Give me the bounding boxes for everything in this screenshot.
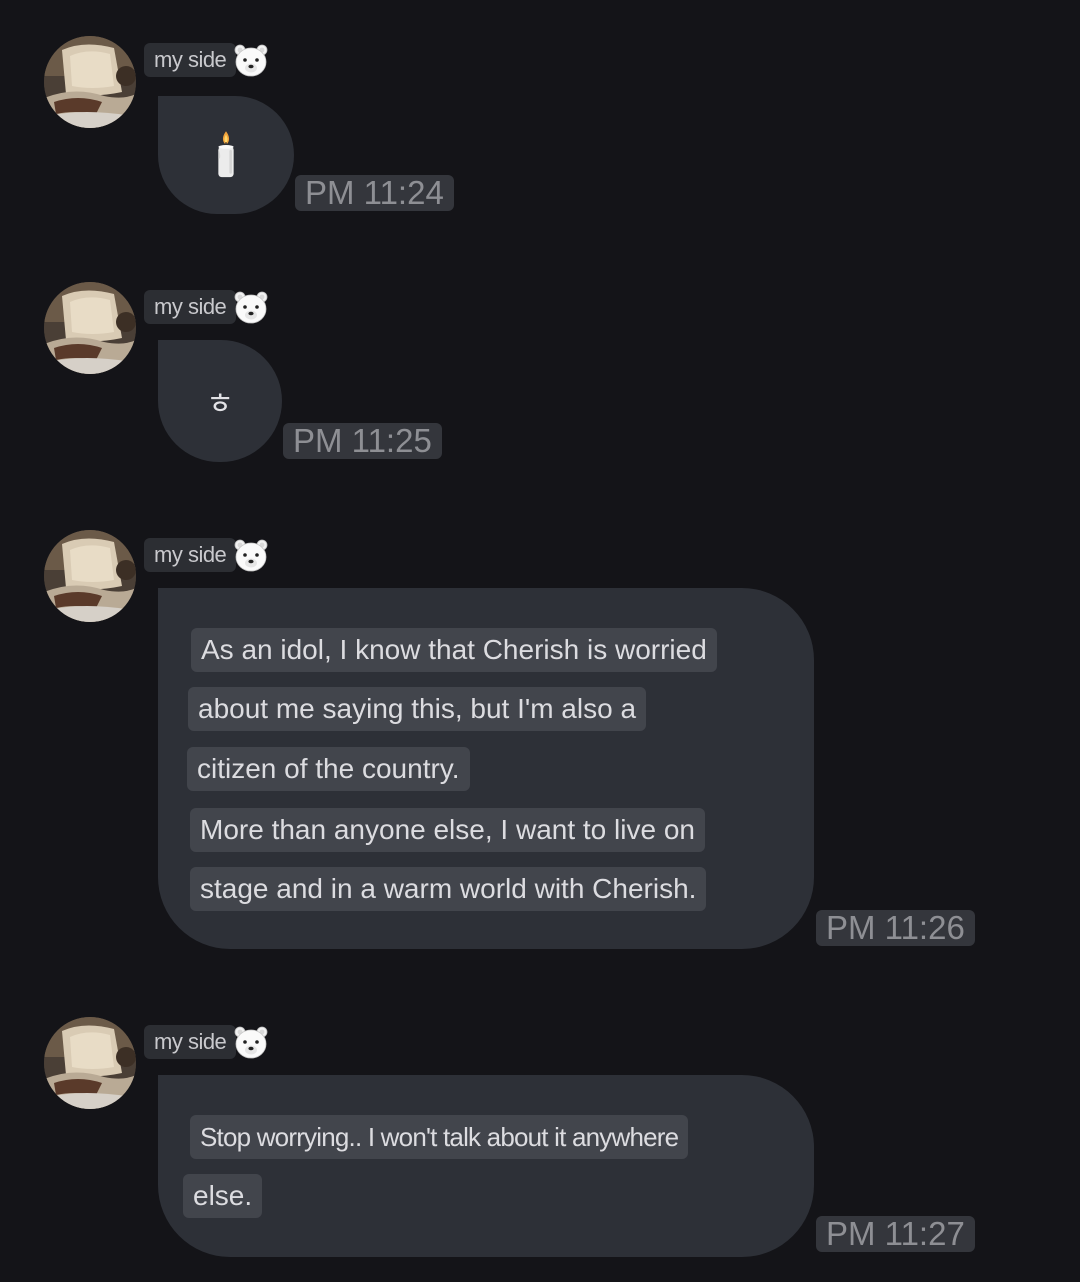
message-text: ㅎ	[206, 387, 234, 422]
timestamp: PM 11:26	[816, 910, 975, 946]
message-line: about me saying this, but I'm also a	[188, 687, 647, 731]
avatar[interactable]	[44, 36, 136, 128]
timestamp: PM 11:24	[295, 175, 454, 211]
sender-label: my side	[144, 42, 270, 78]
sender-name: my side	[144, 43, 237, 77]
timestamp: PM 11:25	[283, 423, 442, 459]
message-line: stage and in a warm world with Cherish.	[190, 867, 707, 911]
message-bubble[interactable]	[158, 96, 294, 214]
sender-label: my side	[144, 289, 270, 325]
candle-icon	[209, 129, 243, 181]
message-bubble[interactable]: As an idol, I know that Cherish is worri…	[158, 588, 814, 949]
message-bubble[interactable]: ㅎ	[158, 340, 282, 462]
message-line: As an idol, I know that Cherish is worri…	[191, 628, 717, 672]
sender-name: my side	[144, 538, 237, 572]
avatar[interactable]	[44, 1017, 136, 1109]
message-line: citizen of the country.	[187, 747, 470, 791]
sender-label: my side	[144, 1024, 270, 1060]
sender-name: my side	[144, 1025, 237, 1059]
timestamp: PM 11:27	[816, 1216, 975, 1252]
polar-bear-icon	[232, 1023, 270, 1061]
message-line: More than anyone else, I want to live on	[190, 808, 705, 852]
avatar[interactable]	[44, 282, 136, 374]
polar-bear-icon	[232, 536, 270, 574]
message-line: Stop worrying.. I won't talk about it an…	[190, 1115, 689, 1159]
polar-bear-icon	[232, 288, 270, 326]
sender-label: my side	[144, 537, 270, 573]
avatar[interactable]	[44, 530, 136, 622]
polar-bear-icon	[232, 41, 270, 79]
message-bubble[interactable]: Stop worrying.. I won't talk about it an…	[158, 1075, 814, 1257]
sender-name: my side	[144, 290, 237, 324]
message-line: else.	[183, 1174, 263, 1218]
